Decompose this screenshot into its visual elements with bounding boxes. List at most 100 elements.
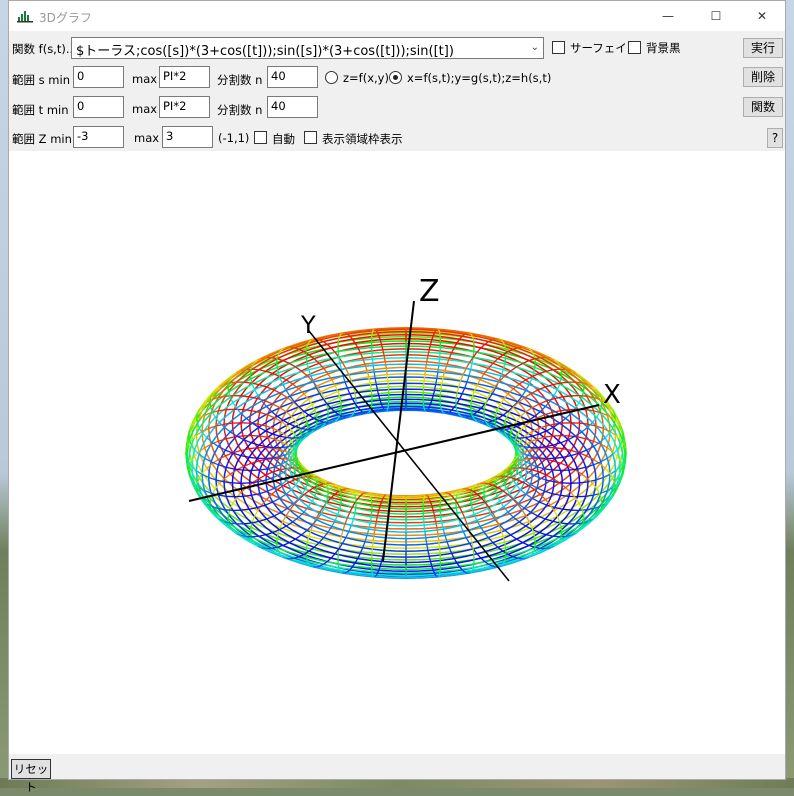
maximize-icon: ☐ [711,9,722,23]
torus-tube-segment [367,412,369,413]
torus-tube-segment [429,556,430,561]
torus-tube-segment [387,375,388,381]
torus-tube-segment [532,498,539,502]
torus-tube-segment [601,504,602,509]
auto-checkbox[interactable] [254,131,267,144]
torus-tube-segment [295,367,301,371]
functions-button[interactable]: 関数 [743,97,783,117]
torus-tube-segment [467,376,469,382]
title-bar[interactable]: 3Dグラフ — ☐ ✕ [9,1,785,31]
torus-tube-segment [225,510,233,511]
torus-tube-segment [436,329,437,330]
torus-tube-segment [495,481,496,486]
show-frame-checkbox[interactable] [304,131,317,144]
run-button[interactable]: 実行 [743,38,783,58]
graph-canvas[interactable]: X Y Z [9,151,785,754]
torus-tube-segment [563,456,571,458]
torus-tube-segment [561,527,562,532]
torus-tube-segment [374,528,375,534]
torus-tube-segment [373,359,374,365]
torus-tube-segment [226,467,234,469]
torus-tube-segment [373,365,374,372]
torus-tube-segment [230,382,237,383]
torus-tube-segment [259,445,267,447]
explicit-mode-radio[interactable] [325,71,338,84]
s-divisions-input[interactable]: 40 [267,66,318,88]
torus-tube-segment [315,410,317,415]
t-min-input[interactable]: 0 [73,96,124,118]
surface-checkbox[interactable] [552,41,565,54]
torus-tube-segment [375,576,376,577]
torus-tube-segment [445,535,447,541]
torus-tube-segment [546,548,551,549]
torus-tube-segment [372,547,373,553]
torus-tube-segment [363,542,365,548]
torus-tube-segment [327,344,331,348]
torus-tube-segment [495,415,496,420]
torus-tube-segment [492,566,495,567]
z-min-input[interactable]: -3 [73,126,124,148]
reset-button[interactable]: リセット [11,759,51,779]
torus-tube-segment [546,358,551,359]
torus-tube-segment [317,420,318,425]
torus-tube-segment [379,506,380,511]
z-max-input[interactable]: 3 [162,126,213,148]
minimize-icon: — [662,9,674,23]
torus-tube-segment [373,534,374,541]
torus-tube-segment [228,514,229,519]
torus-tube-segment [262,548,267,549]
chevron-down-icon[interactable]: ⌄ [531,42,539,53]
help-button[interactable]: ? [767,128,783,148]
torus-tube-segment [259,535,266,536]
torus-tube-segment [241,456,249,458]
torus-tube-segment [277,533,278,538]
delete-button[interactable]: 削除 [743,67,783,87]
torus-tube-segment [561,382,569,383]
torus-tube-segment [529,359,535,361]
torus-tube-segment [281,447,288,448]
torus-tube-segment [331,554,335,558]
torus-tube-segment [526,408,532,412]
parametric-mode-radio[interactable] [389,71,402,84]
window-title: 3Dグラフ [39,9,92,26]
torus-tube-segment [481,344,485,348]
torus-tube-segment [443,412,445,413]
maximize-button[interactable]: ☐ [693,1,739,31]
function-combobox[interactable]: $トーラス;cos([s])*(3+cos([t]));sin([s])*(3+… [71,37,544,59]
torus-tube-segment [517,539,523,542]
torus-tube-segment [258,480,266,482]
minimize-button[interactable]: — [645,1,691,31]
torus-tube-segment [457,399,460,404]
s-max-input[interactable]: PI*2 [159,66,210,88]
torus-tube-segment [289,363,295,366]
t-divisions-input[interactable]: 40 [267,96,318,118]
background-black-checkbox[interactable] [628,41,641,54]
torus-tube-segment [601,499,602,504]
torus-tube-segment [212,412,215,417]
torus-tube-segment [386,410,387,411]
torus-tube-segment [539,502,547,505]
torus-tube-segment [436,522,437,528]
torus-tube-segment [347,388,350,394]
torus-tube-segment [210,398,211,403]
torus-tube-segment [373,576,374,577]
torus-tube-segment [484,483,488,484]
close-button[interactable]: ✕ [739,1,785,31]
torus-tube-segment [370,517,371,523]
torus-tube-segment [561,374,562,379]
torus-tube-segment [250,369,251,374]
torus-tube-segment [473,549,474,555]
torus-tube-segment [386,495,387,496]
torus-tube-segment [427,495,428,496]
torus-tube-segment [447,542,449,548]
t-max-input[interactable]: PI*2 [159,96,210,118]
s-min-input[interactable]: 0 [73,66,124,88]
torus-tube-segment [286,438,292,439]
torus-tube-segment [522,510,526,516]
torus-tube-segment [428,550,429,556]
torus-tube-segment [466,363,469,369]
torus-tube-segment [473,564,474,568]
torus-tube-segment [538,447,545,448]
torus-tube-segment [427,356,428,362]
z-range-label: 範囲 Z min [12,131,72,147]
